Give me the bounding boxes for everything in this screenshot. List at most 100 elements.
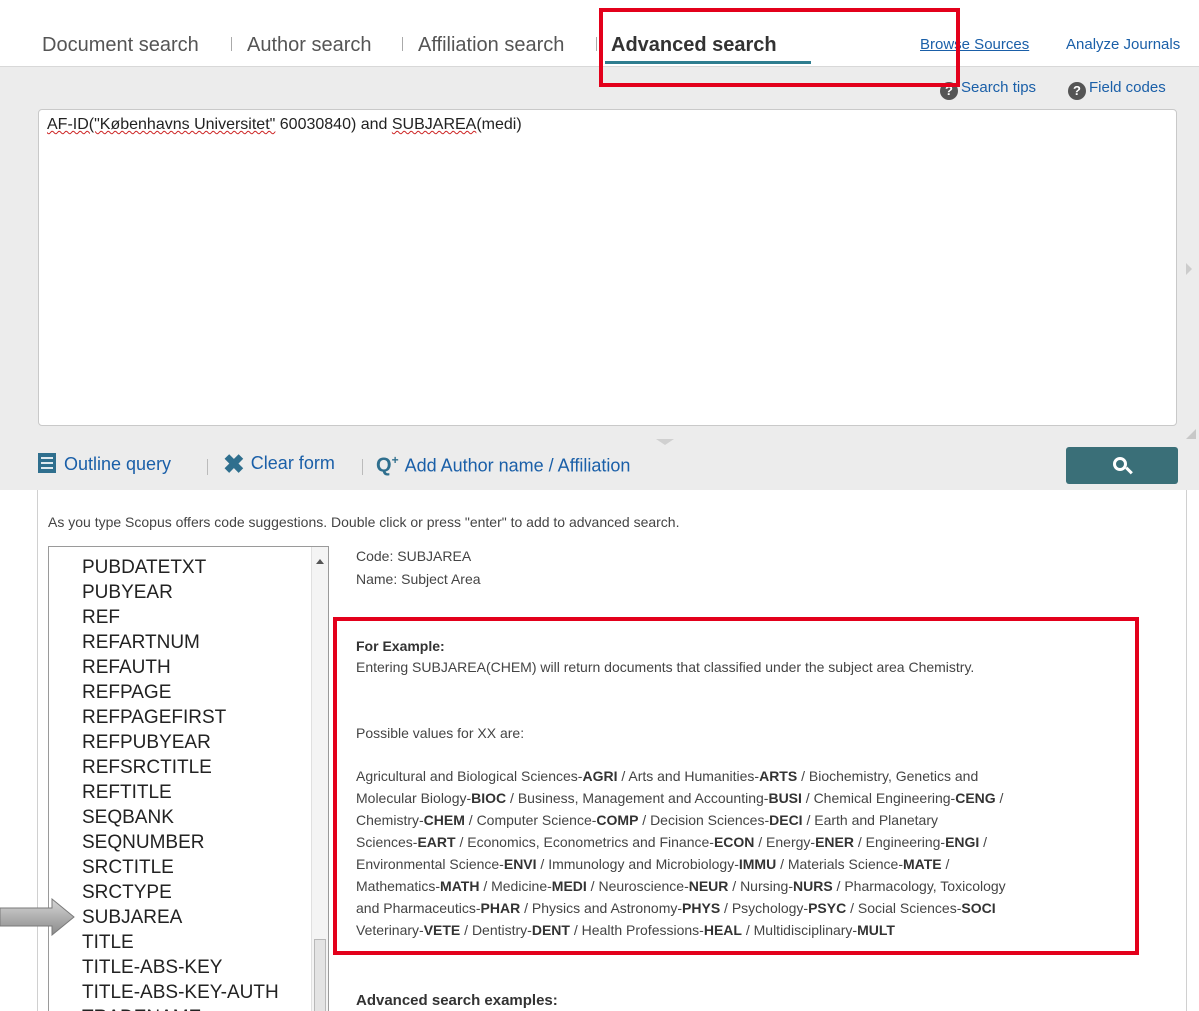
subject-area-line: and Pharmaceutics-PHAR / Physics and Ast… xyxy=(356,900,996,916)
field-code-item[interactable]: SUBJAREA xyxy=(82,905,279,930)
subject-area-code: ARTS xyxy=(759,768,798,784)
field-code-item[interactable]: REFPAGEFIRST xyxy=(82,705,279,730)
search-tips-label: Search tips xyxy=(961,79,1037,96)
subject-area-code: BUSI xyxy=(768,790,802,806)
field-code-list[interactable]: PUBDATETXT PUBYEAR REF REFARTNUM REFAUTH REFP… xyxy=(48,546,329,1011)
outline-query-button[interactable]: Outline query xyxy=(38,453,171,475)
field-code-item[interactable]: TITLE-ABS-KEY-AUTH xyxy=(82,980,279,1005)
advanced-search-examples-heading: Advanced search examples: xyxy=(356,992,558,1009)
subject-area-line: Chemistry-CHEM / Computer Science-COMP /… xyxy=(356,812,938,828)
subject-area-code: MULT xyxy=(857,922,895,938)
query-affiliation-part: AF-ID("Københavns Universitet" xyxy=(47,116,276,133)
possible-values-heading: Possible values for XX are: xyxy=(356,725,525,741)
query-value-part: (medi) xyxy=(476,116,522,133)
tab-document-search[interactable]: Document search xyxy=(42,34,199,57)
field-code-item[interactable]: REFPAGE xyxy=(82,680,279,705)
subject-area-line: Sciences-EART / Economics, Econometrics … xyxy=(356,834,988,850)
subject-area-code: ECON xyxy=(713,834,755,850)
field-code-item[interactable]: REFTITLE xyxy=(82,780,279,805)
subject-area-code: NEUR xyxy=(688,878,729,894)
field-codes-label: Field codes xyxy=(1089,79,1166,96)
scroll-right-arrow-icon[interactable] xyxy=(1186,263,1192,275)
tab-separator xyxy=(596,37,597,51)
code-list-scrollbar[interactable] xyxy=(311,547,328,1011)
add-author-affiliation-button[interactable]: Q+ Add Author name / Affiliation xyxy=(376,453,630,478)
clear-x-icon: ✖ xyxy=(223,449,245,479)
add-search-icon: Q+ xyxy=(376,453,399,477)
field-code-item[interactable]: SRCTYPE xyxy=(82,880,279,905)
tab-separator xyxy=(402,37,403,51)
field-code-item[interactable]: REFARTNUM xyxy=(82,630,279,655)
field-codes-link[interactable]: ? Field codes xyxy=(1068,79,1166,100)
toolbar-separator xyxy=(207,459,208,475)
query-id-part: 60030840) and xyxy=(275,116,392,133)
subject-area-code: ENGI xyxy=(945,834,980,850)
subject-area-code: DECI xyxy=(769,812,803,828)
query-field-code: SUBJAREA xyxy=(391,116,477,133)
advanced-search-panel: ? Search tips ? Field codes AF-ID("Københa… xyxy=(0,66,1199,490)
subject-area-code: AGRI xyxy=(582,768,618,784)
subject-area-code: PSYC xyxy=(808,900,847,916)
subject-area-code: VETE xyxy=(423,922,461,938)
field-code-item[interactable]: REFAUTH xyxy=(82,655,279,680)
clear-form-button[interactable]: ✖ Clear form xyxy=(223,449,335,479)
field-code-item[interactable]: SRCTITLE xyxy=(82,855,279,880)
subject-area-code: CHEM xyxy=(423,812,465,828)
analyze-journals-link[interactable]: Analyze Journals xyxy=(1066,36,1180,53)
search-button[interactable] xyxy=(1066,447,1178,484)
section-border xyxy=(1186,490,1187,1011)
example-text: Entering SUBJAREA(CHEM) will return docu… xyxy=(356,659,975,675)
subject-area-line: Molecular Biology-BIOC / Business, Manag… xyxy=(356,790,1004,806)
scroll-up-icon[interactable] xyxy=(316,559,324,564)
code-suggestion-hint: As you type Scopus offers code suggestio… xyxy=(48,514,680,530)
add-author-label: Add Author name / Affiliation xyxy=(404,455,631,476)
subject-area-line: Environmental Science-ENVI / Immunology … xyxy=(356,856,950,872)
name-detail: Name: Subject Area xyxy=(356,571,481,587)
field-code-item[interactable]: SEQNUMBER xyxy=(82,830,279,855)
subject-area-code: COMP xyxy=(596,812,639,828)
expand-arrow-icon[interactable] xyxy=(656,439,674,445)
subject-area-code: CENG xyxy=(955,790,996,806)
field-code-items: PUBDATETXT PUBYEAR REF REFARTNUM REFAUTH REFP… xyxy=(82,555,279,1011)
field-code-item[interactable]: SEQBANK xyxy=(82,805,279,830)
subject-area-code: HEAL xyxy=(703,922,742,938)
field-code-item[interactable]: PUBYEAR xyxy=(82,580,279,605)
code-detail: Code: SUBJAREA xyxy=(356,548,472,564)
example-heading: For Example: xyxy=(356,638,445,654)
subject-area-code: DENT xyxy=(531,922,570,938)
field-code-item[interactable]: TRADENAME xyxy=(82,1005,279,1011)
subject-area-line: Agricultural and Biological Sciences-AGR… xyxy=(356,768,979,784)
field-code-item[interactable]: REF xyxy=(82,605,279,630)
outline-document-icon xyxy=(38,453,56,473)
subject-area-code: NURS xyxy=(792,878,833,894)
subject-area-code: IMMU xyxy=(738,856,777,872)
toolbar-separator xyxy=(362,459,363,475)
field-code-item[interactable]: PUBDATETXT xyxy=(82,555,279,580)
tab-affiliation-search[interactable]: Affiliation search xyxy=(418,34,564,57)
subject-area-code: ENER xyxy=(815,834,854,850)
subject-area-code: MEDI xyxy=(551,878,587,894)
outline-query-label: Outline query xyxy=(64,454,172,474)
subject-area-code: PHYS xyxy=(682,900,721,916)
advanced-search-highlight-box xyxy=(599,8,960,87)
resize-handle-icon[interactable] xyxy=(1186,429,1196,439)
subject-area-line: Veterinary-VETE / Dentistry-DENT / Healt… xyxy=(356,922,895,938)
subject-area-code: ENVI xyxy=(503,856,537,872)
help-icon: ? xyxy=(1068,82,1086,100)
subject-area-code: PHAR xyxy=(480,900,521,916)
subject-area-line: Mathematics-MATH / Medicine-MEDI / Neuro… xyxy=(356,878,1006,894)
field-code-item[interactable]: TITLE-ABS-KEY xyxy=(82,955,279,980)
advanced-query-input[interactable]: AF-ID("Københavns Universitet" 60030840)… xyxy=(38,109,1177,426)
subject-area-code: SOCI xyxy=(961,900,996,916)
subject-area-code: BIOC xyxy=(471,790,507,806)
field-code-item[interactable]: REFSRCTITLE xyxy=(82,755,279,780)
field-code-item[interactable]: REFPUBYEAR xyxy=(82,730,279,755)
scrollbar-thumb[interactable] xyxy=(314,939,326,1011)
tab-separator xyxy=(231,37,232,51)
pointer-arrow-icon xyxy=(0,898,75,936)
field-code-item[interactable]: TITLE xyxy=(82,930,279,955)
tab-author-search[interactable]: Author search xyxy=(247,34,372,57)
subject-area-code: MATH xyxy=(440,878,480,894)
clear-form-label: Clear form xyxy=(250,453,335,473)
subject-area-code: EART xyxy=(417,834,456,850)
